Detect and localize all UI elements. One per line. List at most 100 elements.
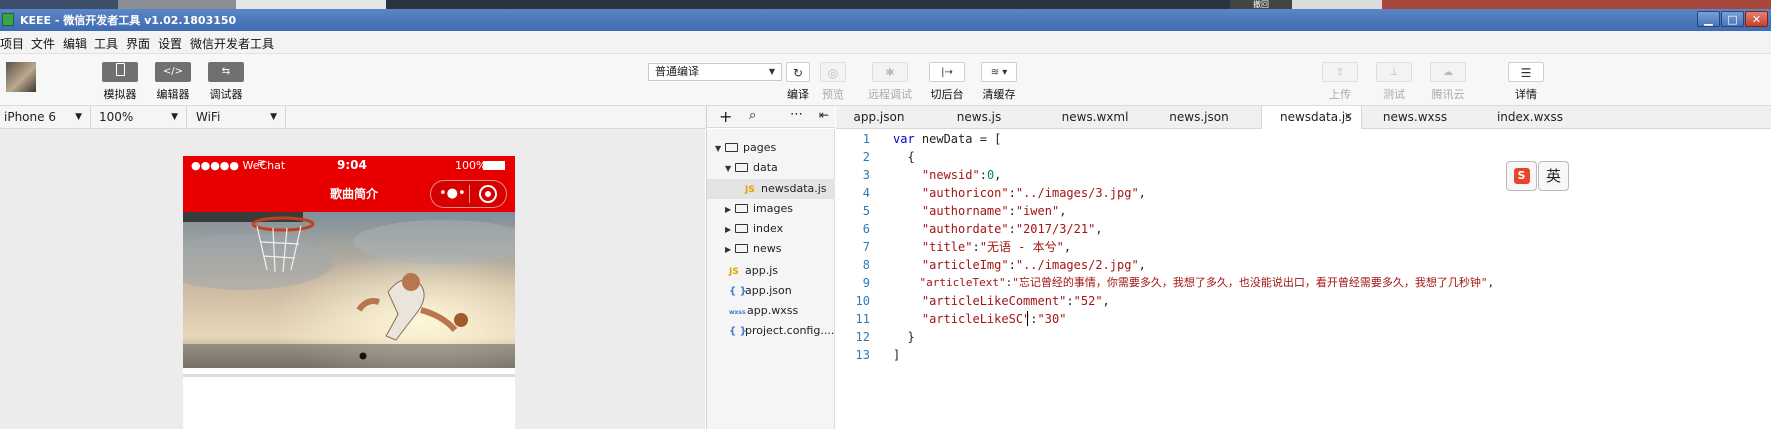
upload-icon[interactable]: ⇧ [1322,62,1358,82]
window-title: KEEE - 微信开发者工具 v1.02.1803150 [20,14,237,27]
switch-icon[interactable]: |→ [929,62,965,82]
code-line: "articleLikeSC":"30" [921,312,1067,326]
code-line: "articleImg":"../images/2.jpg", [921,258,1146,272]
tree-item-newsdata-js[interactable]: JS newsdata.js [707,179,835,199]
more-icon[interactable]: •●• [439,186,466,202]
content-divider [183,374,515,377]
bug-icon[interactable]: ✱ [872,62,908,82]
editor-tabs: app.json news.js news.wxml news.json new… [836,106,1771,129]
tab-news-wxss[interactable]: news.wxss [1372,106,1458,128]
tree-item-pages[interactable]: ▼ pages [715,138,835,158]
editor-label: 编辑器 [156,88,190,101]
js-file-icon: JS [729,267,739,277]
close-tab-icon[interactable]: ✕ [1344,106,1353,128]
code-line: "authorname":"iwen", [921,204,1067,218]
tree-item-label: news [753,242,782,255]
tab-newsdata-js[interactable]: newsdata.js ✕ [1261,106,1362,129]
tree-item-images[interactable]: ▶ images [725,199,835,219]
layers-icon[interactable]: ≋ ▾ [981,62,1017,82]
maximize-button[interactable]: □ [1721,11,1744,27]
code-editor[interactable]: 1 2 3 4 5 6 7 8 9 10 11 12 13 var newDat… [836,129,1771,429]
capsule-divider [469,185,470,203]
ime-logo-text: S [1513,168,1530,184]
preview-label: 预览 [822,88,844,101]
json-file-icon: { } [729,286,747,297]
tree-item-app-js[interactable]: JS app.js [729,261,835,281]
tencent-cloud-label: 腾讯云 [1431,88,1465,101]
capsule-menu[interactable]: •●• [430,180,507,208]
menu-item-devtools[interactable]: 微信开发者工具 [190,35,274,52]
code-line: "title":"无语 - 本兮", [921,240,1072,254]
tree-item-label: app.js [745,264,778,277]
menu-item-tools[interactable]: 工具 [94,35,118,52]
tree-item-data[interactable]: ▼ data [725,158,835,178]
details-label: 详情 [1515,88,1537,101]
clock-text: 9:04 [337,158,367,172]
more-options-icon[interactable]: ⋯ [790,107,803,122]
refresh-icon[interactable]: ↻ [786,62,810,82]
tree-item-news[interactable]: ▶ news [725,239,835,259]
chevron-down-icon: ▼ [75,112,82,122]
menu-icon[interactable]: ☰ [1508,62,1544,82]
chevron-down-icon: ▼ [171,112,178,122]
debug-icon[interactable]: ⇆ [208,62,244,82]
zoom-select[interactable]: 100% ▼ [91,106,187,128]
menu-item-settings[interactable]: 设置 [158,35,182,52]
tree-item-project-config[interactable]: { }project.config.... [729,321,835,341]
line-number: 13 [855,348,870,362]
minimize-button[interactable]: ▁ [1697,11,1720,27]
line-number: 7 [862,240,870,254]
device-value: iPhone 6 [4,110,56,124]
eye-icon[interactable]: ◎ [820,62,846,82]
flask-icon[interactable]: ⊥ [1376,62,1412,82]
menu-item-file[interactable]: 文件 [31,35,55,52]
test-label: 测试 [1383,88,1405,101]
battery-icon [483,161,505,170]
upload-label: 上传 [1329,88,1351,101]
expand-arrow-icon: ▼ [725,164,732,173]
search-icon[interactable]: ⌕ [749,108,756,123]
sogou-logo-icon[interactable]: S [1506,161,1537,191]
ime-mode-toggle[interactable]: 英 [1538,161,1569,191]
tab-index-wxss[interactable]: index.wxss [1482,106,1578,128]
code-line: "newsid":0, [921,168,1002,182]
file-tree-toolbar: + ⌕ ⋯ ⇤ [706,106,835,128]
avatar[interactable] [6,62,36,92]
menu-item-project[interactable]: 项目 [0,35,24,52]
tab-news-wxml[interactable]: news.wxml [1052,106,1138,128]
debugger-label: 调试器 [209,88,243,101]
simulator-label: 模拟器 [103,88,137,101]
zoom-value: 100% [99,110,134,124]
close-mini-program-icon[interactable] [479,185,497,203]
collapse-panel-icon[interactable]: ⇤ [819,108,829,122]
banner-image[interactable] [183,212,515,368]
code-line: } [893,330,915,344]
tab-news-json[interactable]: news.json [1156,106,1242,128]
tab-label: newsdata.js [1280,110,1352,124]
add-file-icon[interactable]: + [719,107,732,126]
device-select[interactable]: iPhone 6 ▼ [0,106,91,128]
code-line: "authordate":"2017/3/21", [921,222,1103,236]
title-bar: KEEE - 微信开发者工具 v1.02.1803150 ▁ □ ✕ [0,9,1771,31]
tree-item-app-wxss[interactable]: wxssapp.wxss [729,301,835,321]
phone-icon[interactable] [102,62,138,82]
code-icon[interactable]: </> [155,62,191,82]
menu-item-view[interactable]: 界面 [126,35,150,52]
wxss-file-icon: wxss [729,309,746,316]
chevron-down-icon: ▼ [768,67,775,76]
tree-item-index[interactable]: ▶ index [725,219,835,239]
line-number: 12 [855,330,870,344]
code-line: var newData = [ [893,132,1002,146]
background-windows-strip: 撤回 [0,0,1771,9]
cloud-icon[interactable]: ☁ [1430,62,1466,82]
network-select[interactable]: WiFi ▼ [187,106,286,128]
tree-item-label: images [753,202,793,215]
ime-widget[interactable]: S 英 [1506,161,1569,191]
expand-arrow-icon: ▼ [715,144,722,153]
tab-app-json[interactable]: app.json [836,106,922,128]
menu-item-edit[interactable]: 编辑 [63,35,87,52]
tab-news-js[interactable]: news.js [936,106,1022,128]
close-button[interactable]: ✕ [1745,11,1768,27]
compile-mode-select[interactable]: 普通编译 ▼ [648,63,782,81]
tree-item-app-json[interactable]: { }app.json [729,281,835,301]
